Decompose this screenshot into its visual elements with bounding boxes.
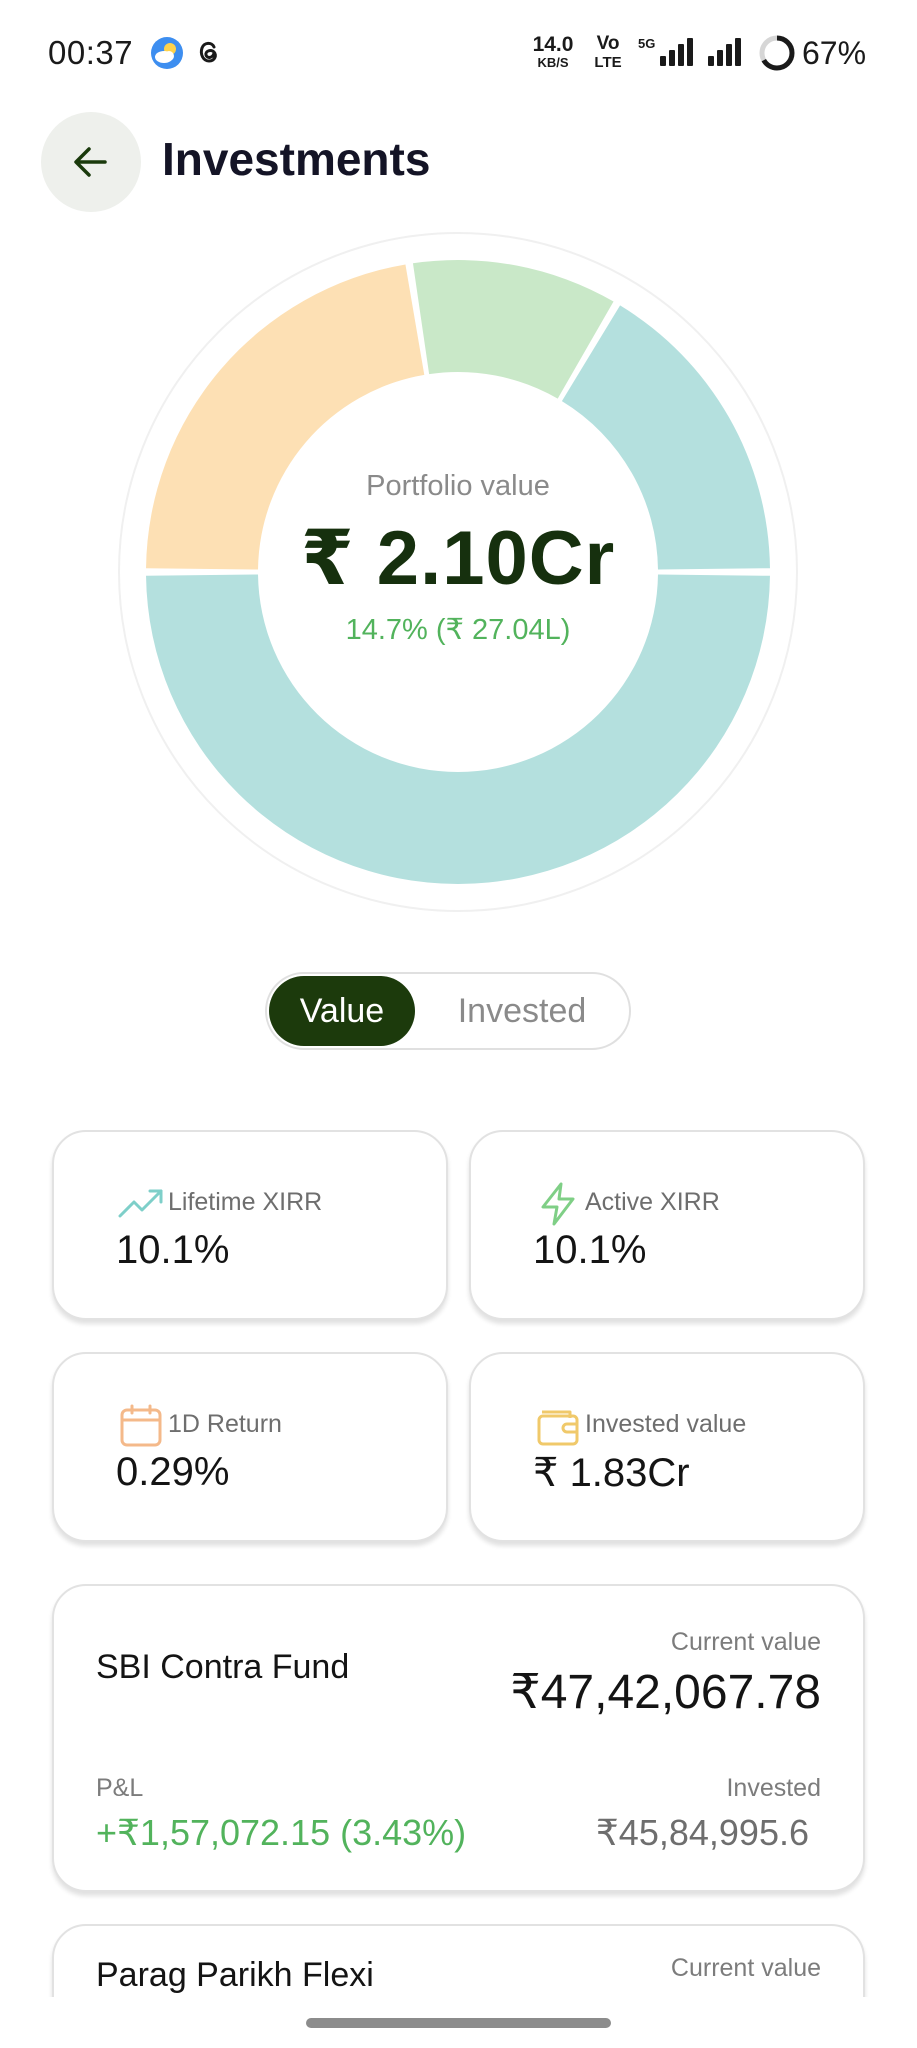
toggle-option-invested[interactable]: Invested bbox=[419, 976, 625, 1046]
fund-name: SBI Contra Fund bbox=[96, 1648, 350, 1686]
portfolio-summary: Portfolio value ₹ 2.10Cr 14.7% (₹ 27.04L… bbox=[117, 470, 799, 647]
volte-indicator: Vo LTE bbox=[586, 34, 630, 70]
stat-label: Invested value bbox=[585, 1410, 747, 1438]
fund-name: Parag Parikh Flexi bbox=[96, 1956, 374, 1994]
invested-label: Invested bbox=[726, 1774, 821, 1802]
status-bar: 00:37 14.0 KB/S Vo LTE 5G 67% bbox=[0, 0, 917, 104]
network-speed-unit: KB/S bbox=[537, 55, 569, 70]
stat-card-active-xirr[interactable]: Active XIRR 10.1% bbox=[469, 1130, 865, 1320]
pl-value: +₹1,57,072.15 (3.43%) bbox=[96, 1812, 467, 1853]
stat-value: ₹ 1.83Cr bbox=[533, 1451, 690, 1495]
threads-icon bbox=[199, 41, 217, 63]
arrow-left-icon bbox=[74, 147, 107, 177]
value-invested-toggle: Value Invested bbox=[265, 972, 631, 1050]
toggle-option-value[interactable]: Value bbox=[269, 976, 415, 1046]
wallet-icon bbox=[537, 1410, 579, 1446]
page-title: Investments bbox=[162, 133, 431, 185]
investments-screen: 00:37 14.0 KB/S Vo LTE 5G 67% Investment… bbox=[0, 0, 917, 2048]
status-time: 00:37 bbox=[48, 34, 134, 71]
stat-value: 10.1% bbox=[116, 1228, 230, 1272]
battery-ring-icon bbox=[759, 35, 795, 71]
stat-card-1d-return[interactable]: 1D Return 0.29% bbox=[52, 1352, 448, 1542]
pl-label: P&L bbox=[96, 1774, 144, 1802]
current-value-label: Current value bbox=[670, 1954, 821, 1982]
volte-top: Vo bbox=[596, 33, 620, 54]
stat-card-invested-value[interactable]: Invested value ₹ 1.83Cr bbox=[469, 1352, 865, 1542]
home-indicator[interactable] bbox=[306, 2018, 611, 2028]
stat-card-lifetime-xirr[interactable]: Lifetime XIRR 10.1% bbox=[52, 1130, 448, 1320]
stat-label: Lifetime XIRR bbox=[168, 1188, 323, 1216]
battery-percent: 67% bbox=[802, 35, 867, 71]
network-speed: 14.0 KB/S bbox=[530, 34, 576, 69]
stat-label: Active XIRR bbox=[585, 1188, 720, 1216]
stat-label: 1D Return bbox=[168, 1410, 282, 1438]
trending-up-icon bbox=[118, 1189, 163, 1218]
stat-value: 0.29% bbox=[116, 1450, 230, 1494]
weather-cloud-sun-icon bbox=[151, 37, 183, 69]
signal-icon bbox=[708, 38, 741, 66]
volte-bottom: LTE bbox=[594, 54, 622, 71]
calendar-icon bbox=[120, 1404, 162, 1447]
current-value: ₹47,42,067.78 bbox=[510, 1666, 821, 1719]
stat-value: 10.1% bbox=[533, 1228, 647, 1272]
fund-card-sbi-contra[interactable]: SBI Contra Fund Current value ₹47,42,067… bbox=[52, 1584, 865, 1892]
lightning-icon bbox=[541, 1182, 575, 1226]
portfolio-return: 14.7% (₹ 27.04L) bbox=[345, 614, 571, 646]
portfolio-value: ₹ 2.10Cr bbox=[300, 516, 616, 601]
current-value-label: Current value bbox=[670, 1628, 821, 1656]
back-button[interactable] bbox=[41, 112, 141, 212]
portfolio-label: Portfolio value bbox=[366, 470, 550, 502]
signal-icon bbox=[660, 38, 693, 66]
network-speed-value: 14.0 bbox=[532, 33, 574, 56]
invested-value: ₹45,84,995.6 bbox=[595, 1812, 809, 1853]
